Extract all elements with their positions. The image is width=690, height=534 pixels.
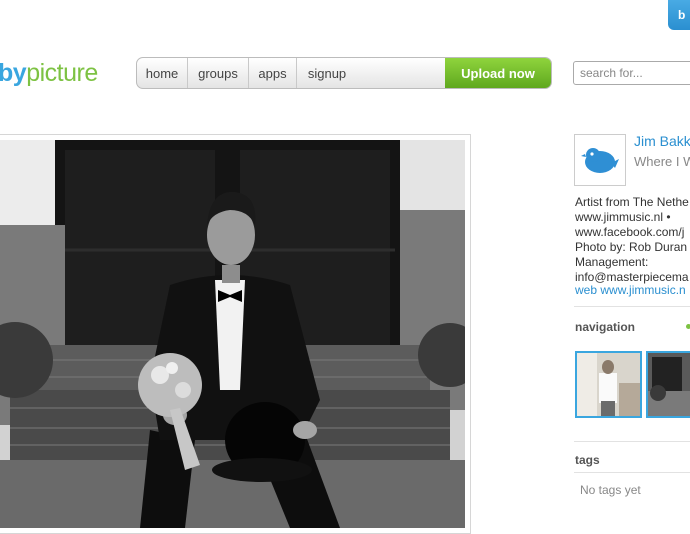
site-logo[interactable]: bypicture xyxy=(0,59,98,88)
nav-apps-link[interactable]: apps xyxy=(249,58,297,88)
user-avatar[interactable] xyxy=(574,134,626,186)
bio-line: www.jimmusic.nl • xyxy=(575,210,671,224)
user-bio: Artist from The Nethe www.jimmusic.nl • … xyxy=(575,195,689,285)
web-url-link[interactable]: www.jimmusic.n xyxy=(600,283,685,297)
divider xyxy=(574,441,690,442)
user-name-link[interactable]: Jim Bakk xyxy=(634,133,690,149)
thumbnail-image xyxy=(577,353,640,416)
main-photo[interactable] xyxy=(0,140,465,528)
web-label: web xyxy=(575,283,598,297)
logo-text-by: by xyxy=(0,59,27,87)
nav-signup-link[interactable]: signup xyxy=(297,58,357,88)
search-input[interactable]: search for... xyxy=(573,61,690,85)
navigation-indicator xyxy=(686,324,690,329)
bio-line: Artist from The Nethe xyxy=(575,195,689,209)
logo-text-picture: picture xyxy=(26,59,98,87)
tags-heading: tags xyxy=(575,453,600,467)
photo-illustration xyxy=(0,140,465,528)
upload-now-button[interactable]: Upload now xyxy=(445,58,551,88)
user-subtitle: Where I W xyxy=(634,154,690,169)
navigation-heading: navigation xyxy=(575,320,636,334)
bio-line: Photo by: Rob Duran xyxy=(575,240,688,254)
main-navigation: home groups apps signup Upload now xyxy=(136,57,552,89)
divider xyxy=(574,472,690,473)
bird-icon xyxy=(581,148,619,173)
tags-empty-message: No tags yet xyxy=(580,483,641,497)
nav-thumbnail-previous[interactable] xyxy=(575,351,642,418)
nav-home-link[interactable]: home xyxy=(137,58,188,88)
thumbnail-image xyxy=(648,353,690,416)
nav-thumbnail-current[interactable] xyxy=(646,351,690,418)
nav-groups-link[interactable]: groups xyxy=(188,58,249,88)
divider xyxy=(574,306,690,307)
bio-line: www.facebook.com/j xyxy=(575,225,685,239)
bio-line: Management: xyxy=(575,255,649,269)
web-row: web www.jimmusic.n xyxy=(575,283,686,297)
corner-button[interactable]: b xyxy=(668,0,690,30)
photo-frame xyxy=(0,134,471,534)
